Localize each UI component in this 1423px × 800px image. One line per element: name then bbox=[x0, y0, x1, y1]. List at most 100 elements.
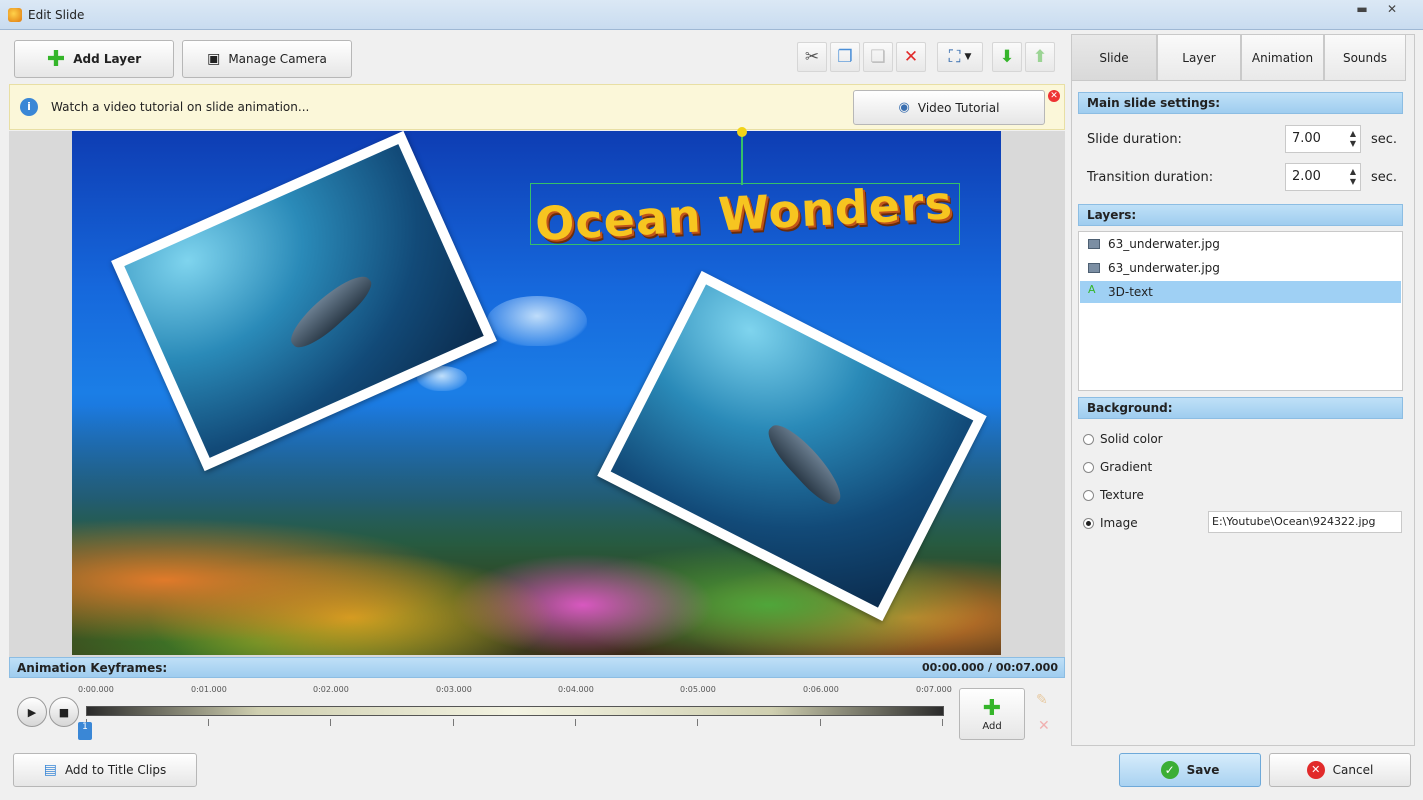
layer-label: 3D-text bbox=[1108, 285, 1153, 299]
close-window-icon[interactable]: ✕ bbox=[1380, 2, 1404, 16]
keyframe-track[interactable] bbox=[86, 706, 944, 716]
add-layer-button[interactable]: ✚ Add Layer bbox=[14, 40, 174, 78]
radio-icon bbox=[1083, 434, 1094, 445]
tab-label: Slide bbox=[1099, 50, 1129, 65]
app-icon bbox=[8, 8, 22, 22]
tick-mark bbox=[942, 719, 943, 726]
paste-icon[interactable]: ❏ bbox=[863, 42, 893, 72]
background-image-path-field[interactable]: E:\Youtube\Ocean\924322.jpg bbox=[1208, 511, 1402, 533]
tick-mark bbox=[208, 719, 209, 726]
cancel-button[interactable]: ✕ Cancel bbox=[1269, 753, 1411, 787]
tick-label: 0:05.000 bbox=[680, 685, 716, 694]
cancel-icon: ✕ bbox=[1306, 761, 1325, 779]
sec-unit-label: sec. bbox=[1371, 132, 1398, 147]
stop-button[interactable]: ■ bbox=[49, 697, 79, 727]
camera-icon: ▣ bbox=[207, 51, 221, 67]
plus-icon: ✚ bbox=[982, 696, 1002, 721]
transition-duration-input[interactable]: 2.00 ▲ ▼ bbox=[1285, 163, 1361, 191]
add-layer-label: Add Layer bbox=[73, 52, 142, 66]
radio-solid-color[interactable]: Solid color bbox=[1083, 432, 1163, 446]
slide-duration-label: Slide duration: bbox=[1087, 132, 1182, 147]
radio-icon bbox=[1083, 462, 1094, 473]
tab-label: Layer bbox=[1182, 50, 1216, 65]
video-icon: ◉ bbox=[898, 100, 910, 115]
list-item[interactable]: A 3D-text bbox=[1080, 281, 1401, 303]
spinner-arrows-icon[interactable]: ▲ ▼ bbox=[1350, 129, 1356, 149]
copy-icon[interactable]: ❐ bbox=[830, 42, 860, 72]
tick-label: 0:01.000 bbox=[191, 685, 227, 694]
spinner-arrows-icon[interactable]: ▲ ▼ bbox=[1350, 167, 1356, 187]
radio-image[interactable]: Image bbox=[1083, 516, 1138, 530]
stop-icon: ■ bbox=[58, 705, 70, 719]
window-title: Edit Slide bbox=[28, 8, 85, 22]
move-up-icon[interactable]: ⬆ bbox=[1025, 42, 1055, 72]
rotation-handle[interactable] bbox=[737, 127, 747, 137]
tick-mark bbox=[697, 719, 698, 726]
slide-duration-input[interactable]: 7.00 ▲ ▼ bbox=[1285, 125, 1361, 153]
list-item[interactable]: 63_underwater.jpg bbox=[1080, 257, 1401, 279]
radio-label: Texture bbox=[1100, 488, 1144, 502]
tick-label: 0:06.000 bbox=[803, 685, 839, 694]
fit-view-dropdown[interactable]: ⛶ ▼ bbox=[937, 42, 983, 72]
jellyfish-image bbox=[487, 296, 587, 346]
keyframe-marker[interactable]: 1 bbox=[78, 722, 92, 740]
tab-animation[interactable]: Animation bbox=[1241, 34, 1324, 81]
list-item[interactable]: 63_underwater.jpg bbox=[1080, 233, 1401, 255]
radio-label: Gradient bbox=[1100, 460, 1153, 474]
3d-text-layer[interactable]: Ocean Wonders bbox=[530, 175, 960, 251]
delete-keyframe-icon[interactable]: ✕ bbox=[1038, 718, 1050, 734]
close-tutorial-icon[interactable]: ✕ bbox=[1048, 90, 1060, 102]
keyframes-header: Animation Keyframes: 00:00.000 / 00:07.0… bbox=[9, 657, 1065, 678]
delete-icon[interactable]: ✕ bbox=[896, 42, 926, 72]
play-button[interactable]: ▶ bbox=[17, 697, 47, 727]
minimize-icon[interactable]: ▬ bbox=[1350, 2, 1374, 16]
tick-label: 0:03.000 bbox=[436, 685, 472, 694]
radio-gradient[interactable]: Gradient bbox=[1083, 460, 1152, 474]
tick-mark bbox=[453, 719, 454, 726]
image-file-icon bbox=[1088, 263, 1100, 273]
video-tutorial-button[interactable]: ◉ Video Tutorial bbox=[853, 90, 1045, 125]
radio-icon bbox=[1083, 518, 1094, 529]
tick-label: 0:07.000 bbox=[916, 685, 952, 694]
radio-texture[interactable]: Texture bbox=[1083, 488, 1144, 502]
layers-list bbox=[1078, 231, 1403, 391]
video-tutorial-label: Video Tutorial bbox=[917, 100, 1000, 115]
title-clips-icon: ▤ bbox=[43, 762, 57, 778]
rotation-handle-line bbox=[741, 133, 743, 185]
manage-camera-label: Manage Camera bbox=[228, 52, 327, 66]
tab-slide[interactable]: Slide bbox=[1071, 34, 1157, 81]
tab-sounds[interactable]: Sounds bbox=[1324, 34, 1406, 81]
tick-mark bbox=[820, 719, 821, 726]
manage-camera-button[interactable]: ▣ Manage Camera bbox=[182, 40, 352, 78]
chevron-down-icon: ▼ bbox=[964, 52, 972, 62]
dolphin-image bbox=[760, 417, 851, 511]
move-down-icon[interactable]: ⬇ bbox=[992, 42, 1022, 72]
image-file-icon bbox=[1088, 239, 1100, 249]
add-to-title-clips-button[interactable]: ▤ Add to Title Clips bbox=[13, 753, 197, 787]
tick-label: 0:02.000 bbox=[313, 685, 349, 694]
add-keyframe-button[interactable]: ✚ Add bbox=[959, 688, 1025, 740]
cut-icon[interactable]: ✂ bbox=[797, 42, 827, 72]
edit-keyframe-icon[interactable]: ✎ bbox=[1036, 692, 1048, 708]
add-to-title-clips-label: Add to Title Clips bbox=[64, 763, 167, 777]
keyframes-time: 00:00.000 / 00:07.000 bbox=[922, 661, 1058, 674]
tab-layer[interactable]: Layer bbox=[1157, 34, 1241, 81]
save-button[interactable]: ✓ Save bbox=[1119, 753, 1261, 787]
save-label: Save bbox=[1186, 763, 1220, 777]
tab-label: Sounds bbox=[1342, 50, 1388, 65]
layer-label: 63_underwater.jpg bbox=[1108, 261, 1220, 275]
radio-icon bbox=[1083, 490, 1094, 501]
text-layer-icon: A bbox=[1088, 283, 1096, 296]
radio-label: Solid color bbox=[1100, 432, 1163, 446]
tick-label: 0:00.000 bbox=[78, 685, 114, 694]
dolphin-image bbox=[283, 266, 378, 356]
transition-duration-label: Transition duration: bbox=[1087, 170, 1214, 185]
sec-unit-label: sec. bbox=[1371, 170, 1398, 185]
main-slide-settings-header: Main slide settings: bbox=[1078, 92, 1403, 114]
tick-mark bbox=[330, 719, 331, 726]
checkmark-icon: ✓ bbox=[1160, 761, 1179, 779]
tutorial-bar: i Watch a video tutorial on slide animat… bbox=[9, 84, 1065, 130]
title-bar: Edit Slide ▬ ✕ bbox=[0, 0, 1423, 30]
add-keyframe-label: Add bbox=[982, 721, 1002, 732]
layers-header: Layers: bbox=[1078, 204, 1403, 226]
